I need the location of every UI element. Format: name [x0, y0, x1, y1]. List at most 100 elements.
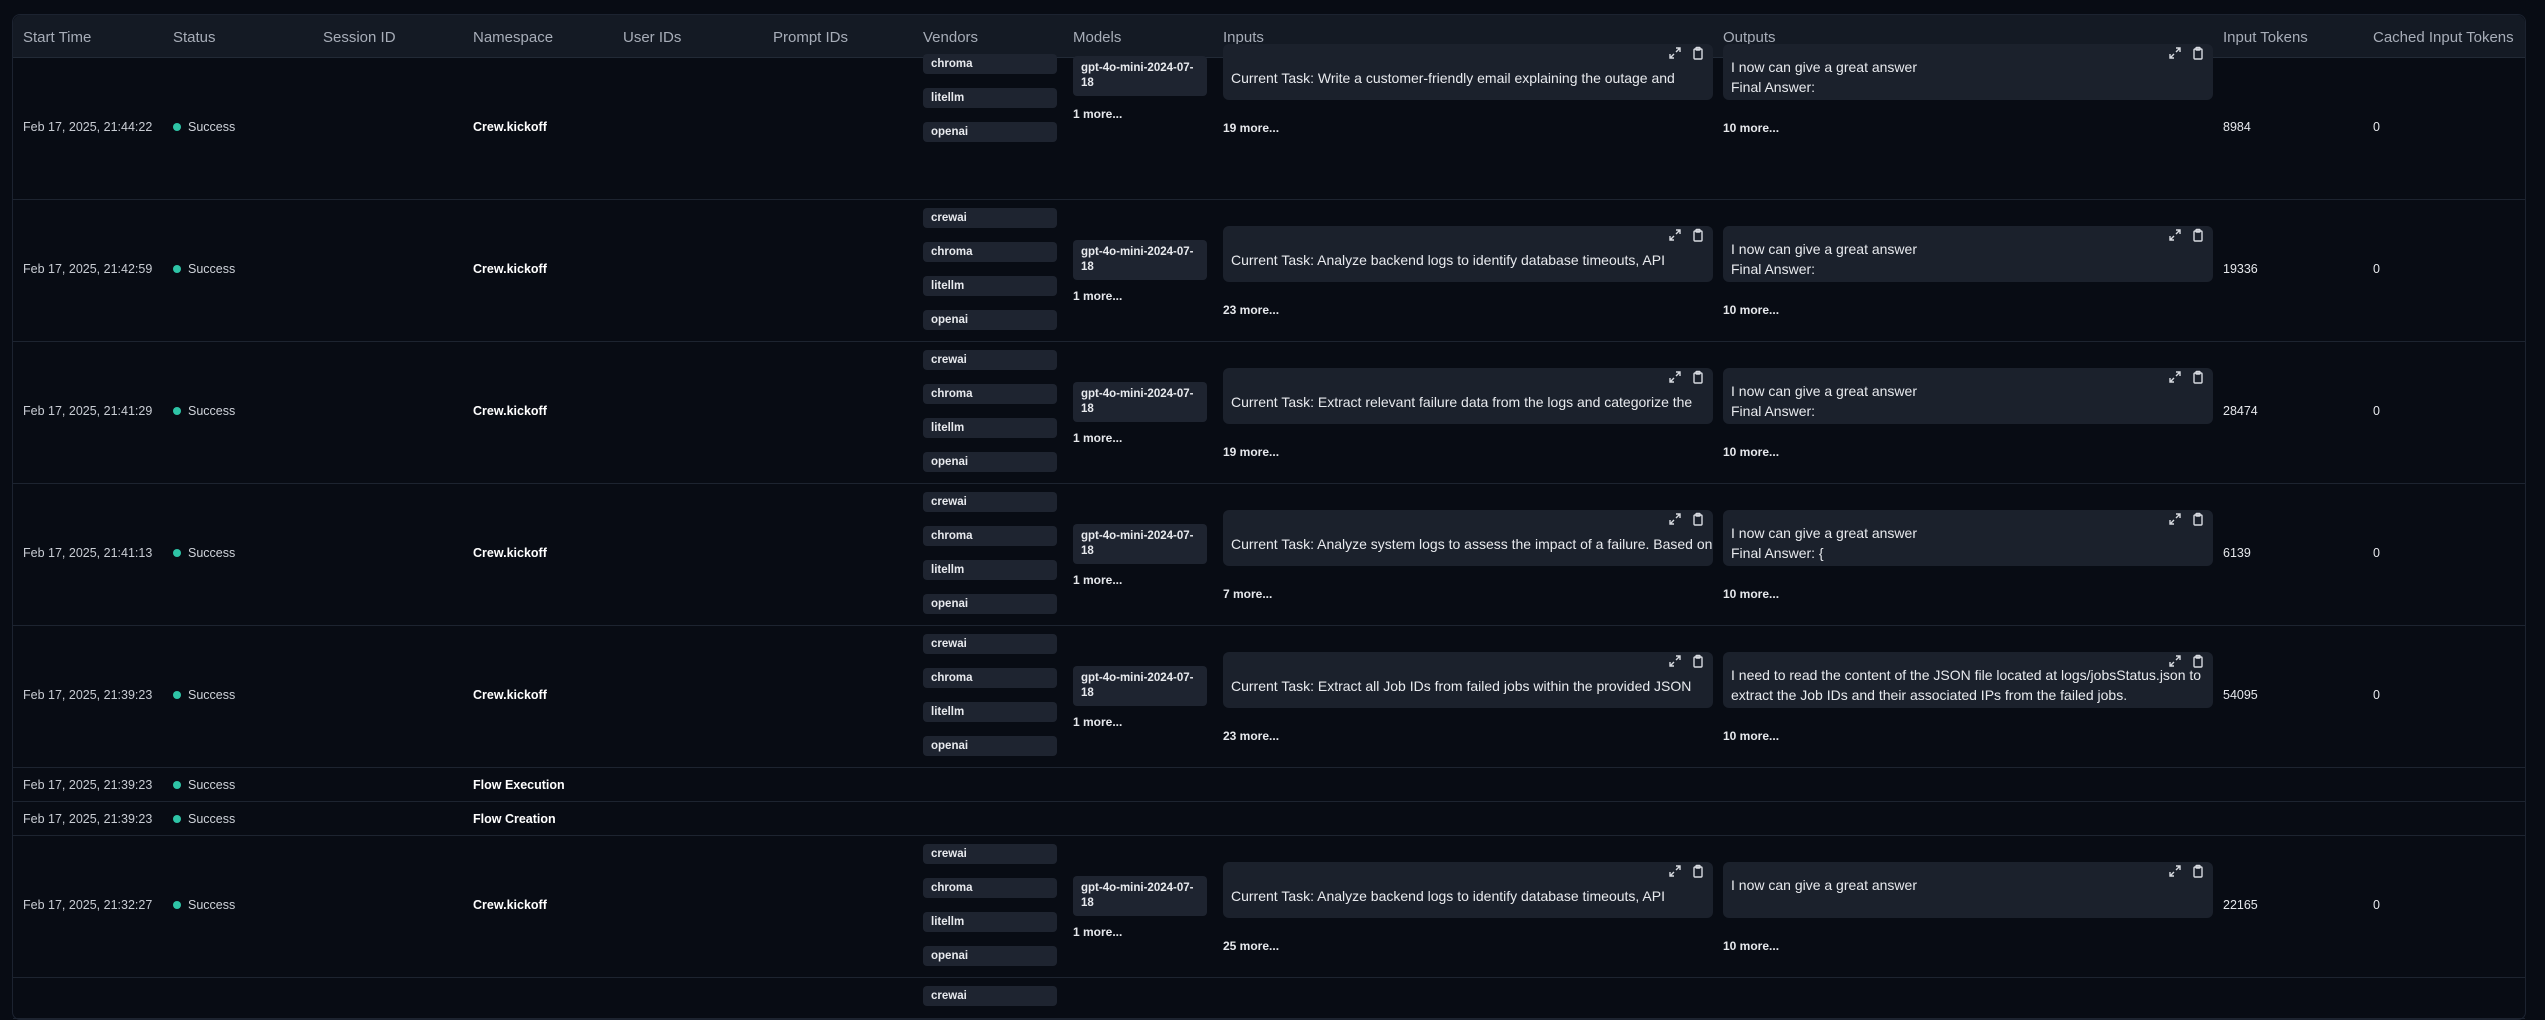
status-cell: Success: [173, 898, 235, 912]
expand-icon[interactable]: [2168, 512, 2182, 526]
inputs-more-link[interactable]: 7 more...: [1223, 587, 1272, 601]
outputs-more-link[interactable]: 10 more...: [1723, 303, 1779, 317]
clipboard-icon[interactable]: [2191, 228, 2205, 242]
table-row[interactable]: Feb 17, 2025, 21:39:23 Success Flow Execut…: [13, 768, 2525, 802]
header-user-ids[interactable]: User IDs: [623, 29, 681, 46]
header-start-time[interactable]: Start Time: [23, 29, 91, 46]
inputs-more-link[interactable]: 23 more...: [1223, 303, 1279, 317]
status-cell: Success: [173, 120, 235, 134]
cached-input-tokens-cell: 0: [2373, 898, 2380, 912]
models-more-link[interactable]: 1 more...: [1073, 925, 1122, 939]
expand-icon[interactable]: [1668, 228, 1682, 242]
status-label: Success: [188, 688, 236, 702]
expand-icon[interactable]: [1668, 512, 1682, 526]
status-success-icon: [173, 690, 181, 699]
clipboard-icon[interactable]: [1691, 864, 1705, 878]
input-preview-box[interactable]: Current Task: Extract all Job IDs from f…: [1223, 652, 1713, 708]
output-preview-box[interactable]: I now can give a great answer Final Answ…: [1723, 510, 2213, 566]
expand-icon[interactable]: [2168, 370, 2182, 384]
namespace-cell[interactable]: Crew.kickoff: [473, 688, 547, 702]
status-cell: Success: [173, 546, 235, 560]
input-preview-box[interactable]: Current Task: Write a customer-friendly …: [1223, 44, 1713, 100]
header-input-tokens[interactable]: Input Tokens: [2223, 29, 2308, 46]
header-status[interactable]: Status: [173, 29, 216, 46]
header-prompt-ids[interactable]: Prompt IDs: [773, 29, 848, 46]
output-text-line1: I need to read the content of the JSON f…: [1731, 667, 2202, 683]
input-preview-box[interactable]: Current Task: Extract relevant failure d…: [1223, 368, 1713, 424]
table-row[interactable]: Feb 17, 2025, 21:39:23 Success Flow Creati…: [13, 802, 2525, 836]
table-row[interactable]: Feb 17, 2025, 21:41:13 Success Crew.kickof…: [13, 484, 2525, 626]
table-row[interactable]: Feb 17, 2025, 21:44:22 Success Crew.kickof…: [13, 44, 2525, 200]
status-success-icon: [173, 122, 181, 131]
clipboard-icon[interactable]: [2191, 46, 2205, 60]
outputs-more-link[interactable]: 10 more...: [1723, 121, 1779, 135]
table-row[interactable]: Feb 17, 2025, 21:41:29 Success Crew.kickof…: [13, 342, 2525, 484]
traces-table: Start Time Status Session ID Namespace U…: [12, 14, 2526, 1020]
expand-icon[interactable]: [2168, 228, 2182, 242]
output-preview-box[interactable]: I now can give a great answer Final Answ…: [1723, 44, 2213, 100]
expand-icon[interactable]: [1668, 370, 1682, 384]
output-preview-box[interactable]: I need to read the content of the JSON f…: [1723, 652, 2213, 708]
status-success-icon: [173, 814, 181, 823]
table-row[interactable]: Feb 17, 2025, 21:32:27 Success Crew.kickof…: [13, 836, 2525, 978]
expand-icon[interactable]: [1668, 46, 1682, 60]
header-cached-input-tokens[interactable]: Cached Input Tokens: [2373, 29, 2514, 46]
input-preview-box[interactable]: Current Task: Analyze system logs to ass…: [1223, 510, 1713, 566]
models-more-link[interactable]: 1 more...: [1073, 107, 1122, 121]
header-vendors[interactable]: Vendors: [923, 29, 978, 46]
cached-input-tokens-cell: 0: [2373, 688, 2380, 702]
model-badge: gpt-4o-mini-2024-07-18: [1073, 876, 1207, 916]
vendor-badge: litellm: [923, 912, 1057, 932]
models-more-link[interactable]: 1 more...: [1073, 289, 1122, 303]
status-cell: Success: [173, 688, 235, 702]
clipboard-icon[interactable]: [2191, 370, 2205, 384]
vendor-badge: openai: [923, 946, 1057, 966]
models-more-link[interactable]: 1 more...: [1073, 431, 1122, 445]
clipboard-icon[interactable]: [1691, 228, 1705, 242]
inputs-more-link[interactable]: 25 more...: [1223, 939, 1279, 953]
outputs-more-link[interactable]: 10 more...: [1723, 445, 1779, 459]
inputs-more-link[interactable]: 23 more...: [1223, 729, 1279, 743]
outputs-more-link[interactable]: 10 more...: [1723, 729, 1779, 743]
table-row[interactable]: crewai: [13, 978, 2525, 1019]
models-more-link[interactable]: 1 more...: [1073, 715, 1122, 729]
vendor-badge: openai: [923, 122, 1057, 142]
output-preview-box[interactable]: I now can give a great answer Final Answ…: [1723, 226, 2213, 282]
models-more-link[interactable]: 1 more...: [1073, 573, 1122, 587]
clipboard-icon[interactable]: [1691, 46, 1705, 60]
inputs-more-link[interactable]: 19 more...: [1223, 121, 1279, 135]
inputs-more-link[interactable]: 19 more...: [1223, 445, 1279, 459]
vendor-badge: openai: [923, 452, 1057, 472]
namespace-cell[interactable]: Crew.kickoff: [473, 120, 547, 134]
clipboard-icon[interactable]: [1691, 512, 1705, 526]
namespace-cell[interactable]: Crew.kickoff: [473, 546, 547, 560]
vendor-badge: chroma: [923, 54, 1057, 74]
expand-icon[interactable]: [1668, 654, 1682, 668]
clipboard-icon[interactable]: [2191, 864, 2205, 878]
table-row[interactable]: Feb 17, 2025, 21:42:59 Success Crew.kickof…: [13, 200, 2525, 342]
namespace-cell[interactable]: Flow Execution: [473, 778, 565, 792]
output-preview-box[interactable]: I now can give a great answer Final Answ…: [1723, 368, 2213, 424]
expand-icon[interactable]: [1668, 864, 1682, 878]
namespace-cell[interactable]: Crew.kickoff: [473, 404, 547, 418]
table-body: Feb 17, 2025, 21:44:22 Success Crew.kickof…: [13, 44, 2525, 1019]
namespace-cell[interactable]: Flow Creation: [473, 812, 556, 826]
namespace-cell[interactable]: Crew.kickoff: [473, 262, 547, 276]
clipboard-icon[interactable]: [1691, 654, 1705, 668]
outputs-more-link[interactable]: 10 more...: [1723, 587, 1779, 601]
input-preview-box[interactable]: Current Task: Analyze backend logs to id…: [1223, 862, 1713, 918]
cached-input-tokens-cell: 0: [2373, 546, 2380, 560]
output-text-line1: I now can give a great answer: [1731, 525, 1917, 541]
expand-icon[interactable]: [2168, 864, 2182, 878]
header-namespace[interactable]: Namespace: [473, 29, 553, 46]
table-row[interactable]: Feb 17, 2025, 21:39:23 Success Crew.kickof…: [13, 626, 2525, 768]
clipboard-icon[interactable]: [2191, 512, 2205, 526]
header-session-id[interactable]: Session ID: [323, 29, 396, 46]
expand-icon[interactable]: [2168, 46, 2182, 60]
clipboard-icon[interactable]: [1691, 370, 1705, 384]
output-preview-box[interactable]: I now can give a great answer: [1723, 862, 2213, 918]
namespace-cell[interactable]: Crew.kickoff: [473, 898, 547, 912]
outputs-more-link[interactable]: 10 more...: [1723, 939, 1779, 953]
header-models[interactable]: Models: [1073, 29, 1121, 46]
input-preview-box[interactable]: Current Task: Analyze backend logs to id…: [1223, 226, 1713, 282]
